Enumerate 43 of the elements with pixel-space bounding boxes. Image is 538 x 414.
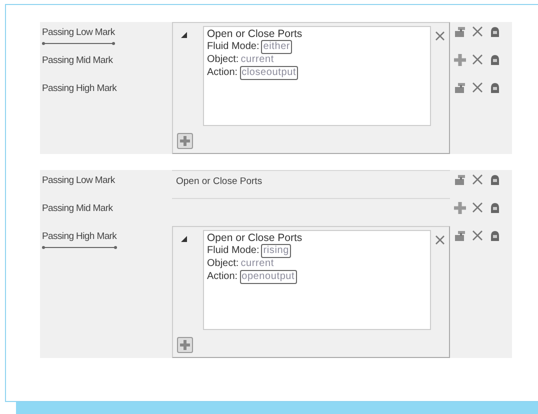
field-value: current	[240, 54, 274, 66]
add-button[interactable]	[177, 337, 193, 353]
stamp-icon[interactable]	[489, 230, 501, 242]
mark-tab[interactable]: Passing High Mark	[42, 231, 117, 248]
mark-tab[interactable]: Passing Low Mark	[42, 175, 115, 186]
delete-icon[interactable]	[472, 54, 483, 65]
field-value: current	[240, 258, 274, 270]
add-icon[interactable]	[454, 202, 466, 214]
edit-icon[interactable]	[454, 174, 466, 186]
delete-icon[interactable]	[472, 82, 483, 93]
rule-summary[interactable]: Open or Close Ports	[176, 176, 262, 198]
delete-icon[interactable]	[472, 202, 483, 213]
add-button[interactable]	[177, 133, 193, 149]
delete-icon[interactable]	[472, 230, 483, 241]
field-label: Action:	[207, 67, 238, 79]
edit-icon[interactable]	[454, 82, 466, 94]
mark-tab[interactable]: Passing Mid Mark	[42, 203, 113, 214]
close-icon[interactable]	[435, 31, 445, 41]
collapse-triangle-icon[interactable]	[181, 236, 187, 242]
stamp-icon[interactable]	[489, 26, 501, 38]
collapse-triangle-icon[interactable]	[181, 32, 187, 38]
rule-title: Open or Close Ports	[207, 232, 304, 244]
add-icon[interactable]	[454, 54, 466, 66]
rule-title: Open or Close Ports	[207, 28, 304, 40]
field-label: Fluid Mode:	[207, 41, 260, 53]
stamp-icon[interactable]	[489, 82, 501, 94]
stamp-icon[interactable]	[489, 202, 501, 214]
close-icon[interactable]	[435, 235, 445, 245]
field-label: Object:	[207, 258, 239, 270]
delete-icon[interactable]	[472, 174, 483, 185]
delete-icon[interactable]	[472, 26, 483, 37]
edit-icon[interactable]	[454, 230, 466, 242]
stamp-icon[interactable]	[489, 174, 501, 186]
mark-tab[interactable]: Passing Low Mark	[42, 27, 115, 44]
plus-icon	[180, 340, 190, 350]
plus-icon	[180, 136, 190, 146]
field-label: Object:	[207, 54, 239, 66]
field-label: Action:	[207, 271, 238, 283]
mark-tab[interactable]: Passing Mid Mark	[42, 55, 113, 66]
stamp-icon[interactable]	[489, 54, 501, 66]
edit-icon[interactable]	[454, 26, 466, 38]
mark-tab[interactable]: Passing High Mark	[42, 83, 117, 94]
field-label: Fluid Mode:	[207, 245, 260, 257]
